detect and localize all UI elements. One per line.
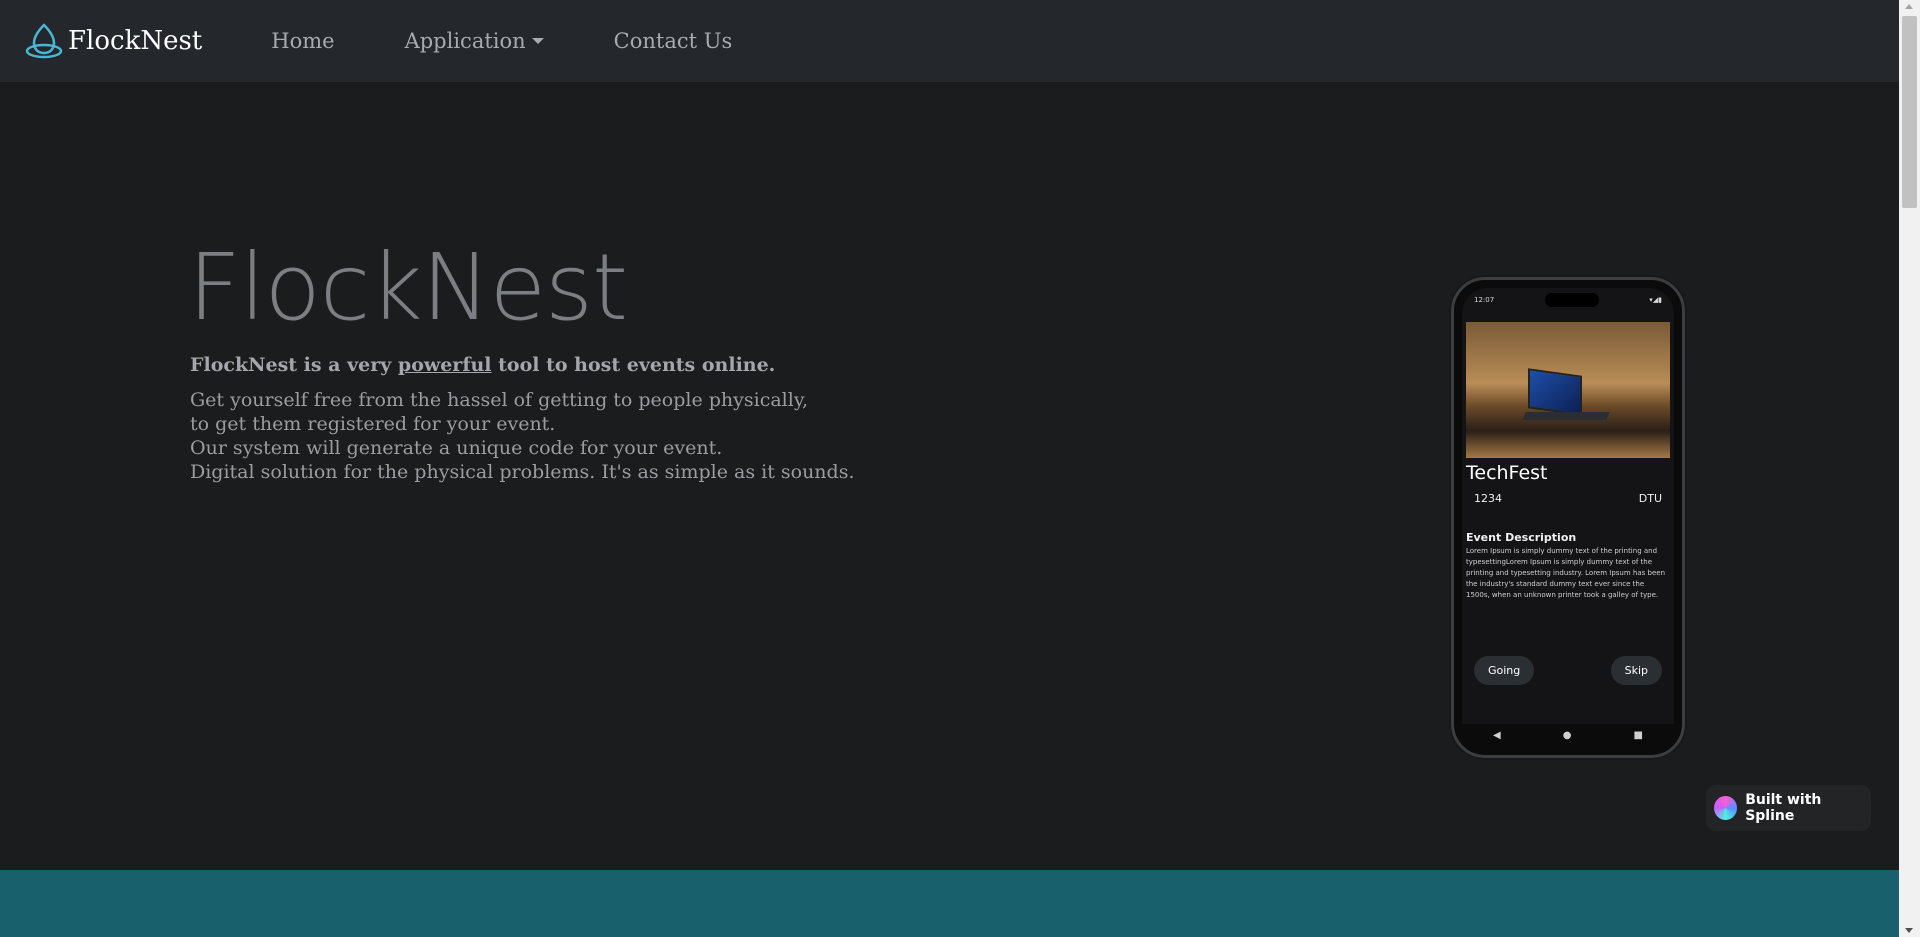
nav-home-link[interactable]: Home xyxy=(271,29,334,53)
description-line: Our system will generate a unique code f… xyxy=(190,437,723,459)
recents-icon: ■ xyxy=(1633,729,1643,741)
spline-badge-label: Built with Spline xyxy=(1745,792,1822,824)
hero-description: Get yourself free from the hassel of get… xyxy=(190,388,855,484)
event-description-text: Lorem Ipsum is simply dummy text of the … xyxy=(1466,547,1666,599)
laptop-base-graphic xyxy=(1522,412,1610,420)
phone-button-row: Going Skip xyxy=(1462,656,1674,685)
skip-button[interactable]: Skip xyxy=(1610,656,1662,685)
next-section-band xyxy=(0,870,1899,937)
scrollbar-thumb[interactable] xyxy=(1902,16,1917,208)
scroll-up-arrow-icon[interactable] xyxy=(1905,4,1913,9)
tagline-emphasis: powerful xyxy=(397,354,492,376)
description-line: to get them registered for your event. xyxy=(190,413,556,435)
laptop-screen-graphic xyxy=(1528,368,1582,416)
nav-application-dropdown[interactable]: Application xyxy=(405,29,544,53)
nav-links: Home Application Contact Us xyxy=(236,29,767,53)
description-line: Get yourself free from the hassel of get… xyxy=(190,389,809,411)
phone-nav-bar: ◀ ● ■ xyxy=(1462,721,1674,749)
nest-logo-icon xyxy=(25,23,63,59)
phone-screen: 12:07 ▾◢▮ TechFest 1234 DTU Event Descri… xyxy=(1462,288,1674,724)
signal-wifi-battery-icon: ▾◢▮ xyxy=(1649,296,1662,304)
event-image xyxy=(1466,322,1670,458)
top-navbar: FlockNest Home Application Contact Us xyxy=(0,0,1899,82)
phone-time: 12:07 xyxy=(1474,296,1495,304)
description-line: Digital solution for the physical proble… xyxy=(190,461,855,483)
hero-section: FlockNest FlockNest is a very powerful t… xyxy=(0,82,1899,870)
brand-name: FlockNest xyxy=(68,26,203,56)
phone-mockup[interactable]: 12:07 ▾◢▮ TechFest 1234 DTU Event Descri… xyxy=(1451,277,1685,758)
scroll-down-arrow-icon[interactable] xyxy=(1905,928,1913,933)
built-with-spline-badge[interactable]: Built with Spline xyxy=(1706,785,1871,831)
event-code: 1234 xyxy=(1474,492,1502,505)
hero-title: FlockNest xyxy=(188,234,628,341)
brand-link[interactable]: FlockNest xyxy=(24,21,202,61)
back-icon: ◀ xyxy=(1493,729,1501,741)
hero-tagline: FlockNest is a very powerful tool to hos… xyxy=(190,354,775,376)
tagline-prefix: FlockNest is a very xyxy=(190,354,398,376)
phone-notch xyxy=(1544,293,1599,307)
event-meta-row: 1234 DTU xyxy=(1462,484,1674,505)
nav-application-label: Application xyxy=(404,29,526,53)
spline-logo-icon xyxy=(1714,796,1738,820)
home-icon: ● xyxy=(1562,729,1572,741)
event-title: TechFest xyxy=(1466,462,1548,484)
chevron-down-icon xyxy=(531,38,544,44)
event-description-heading: Event Description xyxy=(1466,531,1577,544)
event-org: DTU xyxy=(1638,492,1662,505)
phone-status-bar: 12:07 ▾◢▮ xyxy=(1462,288,1674,312)
going-button[interactable]: Going xyxy=(1474,656,1535,685)
page-scrollbar[interactable] xyxy=(1899,0,1920,937)
nav-contact-link[interactable]: Contact Us xyxy=(614,29,733,53)
tagline-suffix: tool to host events online. xyxy=(491,354,776,376)
